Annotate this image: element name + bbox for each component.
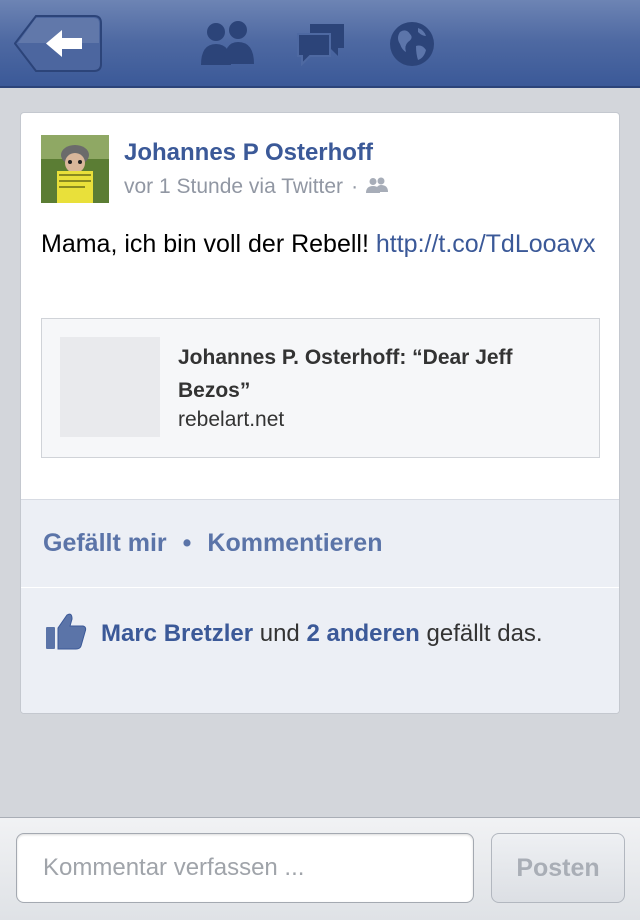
likes-summary: Marc Bretzler und 2 anderen gefällt das. <box>21 587 619 713</box>
link-preview-domain: rebelart.net <box>178 408 285 431</box>
likes-text: Marc Bretzler und 2 anderen gefällt das. <box>101 618 601 650</box>
link-preview-thumbnail <box>60 337 160 437</box>
like-button[interactable]: Gefällt mir <box>43 529 167 558</box>
friend-requests-icon[interactable] <box>200 20 256 66</box>
top-navbar <box>0 0 640 88</box>
actions-separator: • <box>182 529 192 557</box>
post-timestamp: vor 1 Stunde via Twitter <box>124 175 344 198</box>
likes-suffix: gefällt das. <box>419 620 543 647</box>
avatar[interactable] <box>41 135 109 203</box>
author-name[interactable]: Johannes P Osterhoff <box>124 139 373 167</box>
post-comment-button[interactable]: Posten <box>491 833 625 903</box>
likes-others-link[interactable]: 2 anderen <box>306 620 419 647</box>
comment-button[interactable]: Kommentieren <box>207 529 382 558</box>
link-preview[interactable]: Johannes P. Osterhoff: “Dear Jeff Bezos”… <box>41 318 600 458</box>
post-meta: vor 1 Stunde via Twitter · <box>124 175 389 199</box>
liker-name-link[interactable]: Marc Bretzler <box>101 620 253 647</box>
likes-conjunction: und <box>253 620 307 647</box>
back-button[interactable] <box>14 15 102 72</box>
friends-icon <box>366 175 389 199</box>
post-link[interactable]: http://t.co/TdLooavx <box>376 230 596 258</box>
post-message: Mama, ich bin voll der Rebell! <box>41 230 376 258</box>
messages-icon[interactable] <box>296 22 346 66</box>
notifications-globe-icon[interactable] <box>388 20 436 68</box>
comment-input[interactable] <box>16 833 474 903</box>
thumbs-up-icon <box>45 612 87 655</box>
post-actions: Gefällt mir • Kommentieren <box>21 499 619 587</box>
post-card: Johannes P Osterhoff vor 1 Stunde via Tw… <box>20 112 620 714</box>
meta-separator: · <box>351 175 359 198</box>
comment-bar: Posten <box>0 817 640 920</box>
link-preview-title: Johannes P. Osterhoff: “Dear Jeff Bezos” <box>178 346 513 402</box>
post-text: Mama, ich bin voll der Rebell! http://t.… <box>41 227 601 262</box>
